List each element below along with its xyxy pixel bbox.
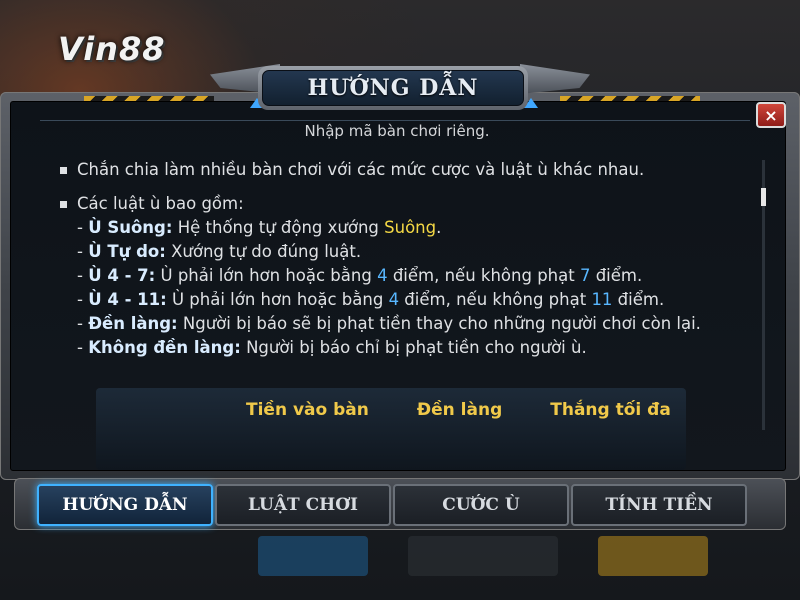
column-header: Thắng tối đa xyxy=(550,400,671,420)
tab-huong-dan[interactable]: HƯỚNG DẪN xyxy=(37,484,213,526)
column-header: Đền làng xyxy=(416,400,503,420)
vin88-logo: Vin88 xyxy=(58,30,165,68)
table-header: Tiền vào bàn Đền làng Thắng tối đa xyxy=(96,388,686,432)
rule-item: - Ù Suông: Hệ thống tự động xướng Suông. xyxy=(77,218,442,237)
scrollbar-thumb[interactable] xyxy=(761,188,766,206)
background-button xyxy=(598,536,708,576)
dialog-title: HƯỚNG DẪN xyxy=(307,75,479,101)
divider xyxy=(40,120,750,121)
background-panel xyxy=(408,536,558,576)
scrollbar[interactable] xyxy=(761,160,766,430)
bullet-item: Chắn chia làm nhiều bàn chơi với các mức… xyxy=(60,158,760,182)
rule-item: - Ù Tự do: Xướng tự do đúng luật. xyxy=(77,242,362,261)
logo-text: Vin88 xyxy=(58,30,166,68)
rule-item: - Đền làng: Người bị báo sẽ bị phạt tiền… xyxy=(77,314,701,333)
dialog-subtitle: Nhập mã bàn chơi riêng. xyxy=(304,122,490,140)
column-header: Tiền vào bàn xyxy=(246,400,369,420)
tab-cuoc-u[interactable]: CƯỚC Ù xyxy=(393,484,569,526)
payout-table: Tiền vào bàn Đền làng Thắng tối đa xyxy=(96,388,686,470)
rule-item: - Ù 4 - 11: Ù phải lớn hơn hoặc bằng 4 đ… xyxy=(77,290,665,309)
rule-item: - Ù 4 - 7: Ù phải lớn hơn hoặc bằng 4 đi… xyxy=(77,266,643,285)
dialog-title-box: HƯỚNG DẪN xyxy=(258,66,528,110)
tab-luat-choi[interactable]: LUẬT CHƠI xyxy=(215,484,391,526)
background-button xyxy=(258,536,368,576)
tab-tinh-tien[interactable]: TÍNH TIỀN xyxy=(571,484,747,526)
instructions-content: Chắn chia làm nhiều bàn chơi với các mức… xyxy=(60,158,760,360)
rule-item: - Không đền làng: Người bị báo chỉ bị ph… xyxy=(77,338,587,357)
bullet-item: Các luật ù bao gồm: xyxy=(60,192,760,216)
